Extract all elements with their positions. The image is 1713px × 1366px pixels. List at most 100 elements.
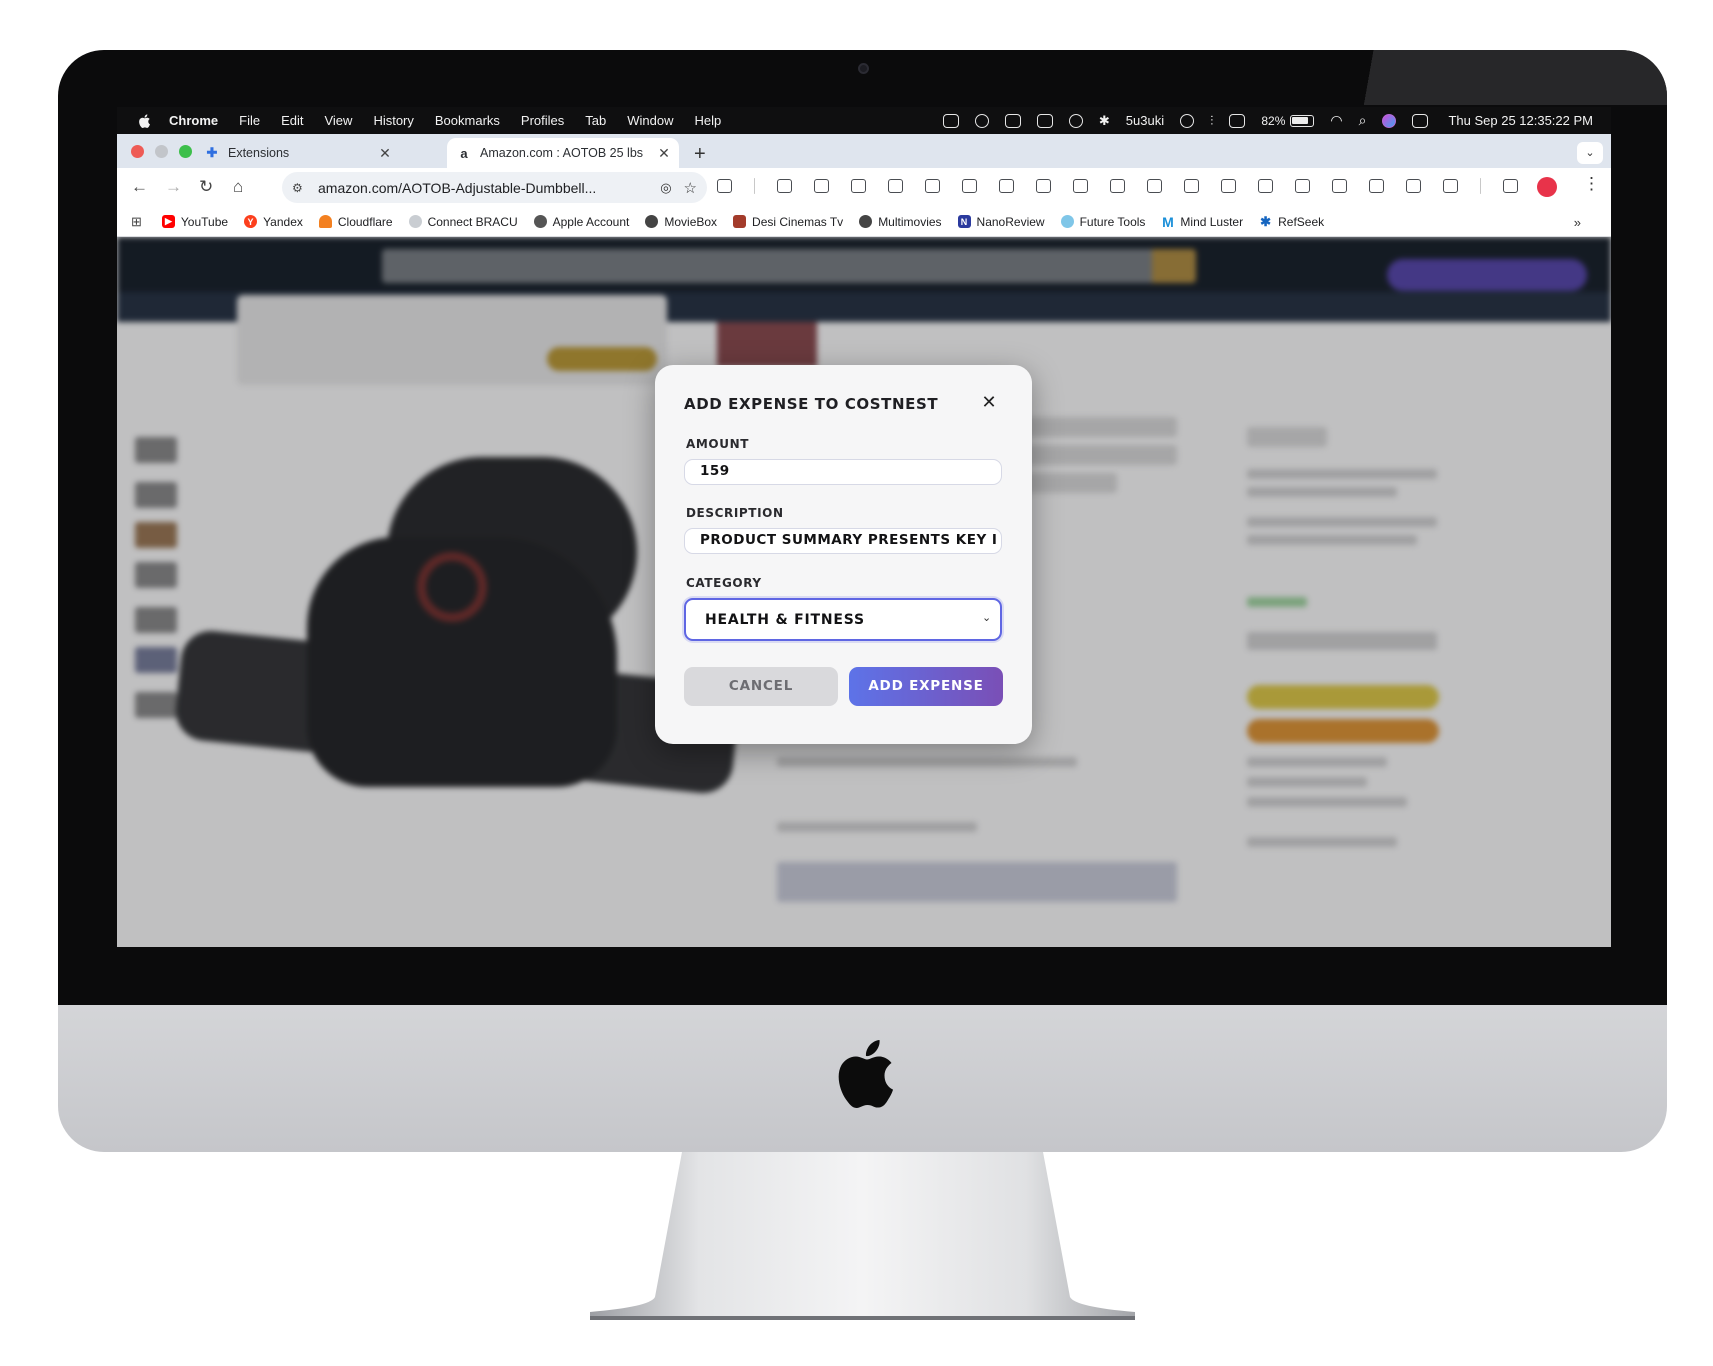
- bookmark-future-tools[interactable]: Future Tools: [1060, 215, 1145, 229]
- favorites-icon[interactable]: [1036, 179, 1051, 193]
- devices-icon[interactable]: [1406, 179, 1421, 193]
- info-icon[interactable]: [1180, 113, 1195, 128]
- bluetooth-icon[interactable]: ✱: [1099, 113, 1110, 129]
- toolbar-divider: [754, 178, 755, 194]
- menu-view[interactable]: View: [324, 113, 352, 128]
- print-icon[interactable]: [851, 179, 866, 193]
- translate-icon[interactable]: [1258, 179, 1273, 193]
- close-window-button[interactable]: [131, 145, 144, 158]
- address-bar[interactable]: ⚙ amazon.com/AOTOB-Adjustable-Dumbbell..…: [282, 172, 707, 203]
- play-icon[interactable]: [974, 113, 989, 128]
- menu-profiles[interactable]: Profiles: [521, 113, 564, 128]
- key-icon[interactable]: [1184, 179, 1199, 193]
- bookmark-star-icon[interactable]: ☆: [684, 179, 697, 197]
- profile-avatar[interactable]: [1537, 177, 1557, 197]
- user-name[interactable]: 5u3uki: [1126, 113, 1164, 128]
- bookmark-label: Multimovies: [878, 214, 942, 229]
- cast-icon[interactable]: [1332, 179, 1347, 193]
- qr-code-icon[interactable]: [1295, 179, 1310, 193]
- battery-status[interactable]: 82%: [1261, 114, 1315, 128]
- eye-off-icon[interactable]: ◎: [660, 180, 671, 196]
- tab-title: Amazon.com : AOTOB 25 lbs: [480, 146, 644, 160]
- reading-list-icon[interactable]: [1073, 179, 1088, 193]
- more-bookmarks-icon[interactable]: »: [1574, 215, 1581, 230]
- minimize-window-button[interactable]: [155, 145, 168, 158]
- back-arrow-icon[interactable]: ←: [131, 177, 148, 197]
- bookmark-desi-cinemas[interactable]: Desi Cinemas Tv: [733, 215, 843, 229]
- amount-input[interactable]: 159: [684, 459, 1002, 485]
- add-expense-modal: Add Expense to CostNest ✕ Amount 159 Des…: [655, 365, 1032, 744]
- category-selected-value: Health & Fitness: [705, 612, 865, 628]
- close-icon[interactable]: ✕: [376, 145, 394, 162]
- reader-mode-icon[interactable]: [1369, 179, 1384, 193]
- windows-icon[interactable]: [1036, 113, 1053, 128]
- tab-amazon[interactable]: a Amazon.com : AOTOB 25 lbs ✕: [447, 138, 679, 168]
- history-icon[interactable]: [925, 179, 940, 193]
- card-icon[interactable]: [1147, 179, 1162, 193]
- nanoreview-icon: N: [957, 215, 971, 228]
- menu-tab[interactable]: Tab: [585, 113, 606, 128]
- trash-icon[interactable]: [888, 179, 903, 193]
- airpods-icon[interactable]: ⫶: [1210, 113, 1213, 129]
- bookmark-connect-bracu[interactable]: Connect BRACU: [408, 215, 518, 229]
- menu-file[interactable]: File: [239, 113, 260, 128]
- spotlight-icon[interactable]: ⌕: [1359, 112, 1367, 129]
- bookmark-yandex[interactable]: Y Yandex: [244, 215, 303, 229]
- menu-bookmarks[interactable]: Bookmarks: [435, 113, 500, 128]
- menu-help[interactable]: Help: [695, 113, 722, 128]
- bookmark-moviebox[interactable]: MovieBox: [645, 215, 717, 229]
- lens-icon[interactable]: [1221, 179, 1236, 193]
- bookmark-refseek[interactable]: ✱ RefSeek: [1259, 214, 1324, 229]
- wifi-icon[interactable]: ◠: [1330, 112, 1342, 129]
- download-icon[interactable]: [999, 179, 1014, 193]
- cancel-button[interactable]: Cancel: [684, 667, 838, 706]
- description-input[interactable]: Product summary presents key i: [684, 528, 1002, 554]
- incognito-icon[interactable]: [962, 179, 977, 193]
- maximize-window-button[interactable]: [179, 145, 192, 158]
- chrome-menu-icon[interactable]: ⋮: [1583, 174, 1600, 194]
- clock[interactable]: Thu Sep 25 12:35:22 PM: [1448, 113, 1593, 128]
- shield-icon[interactable]: [942, 113, 959, 128]
- siri-icon[interactable]: [1382, 113, 1397, 128]
- location-icon[interactable]: [1110, 179, 1125, 193]
- new-tab-button[interactable]: +: [694, 143, 706, 166]
- apple-menu-icon[interactable]: [137, 113, 151, 129]
- close-icon[interactable]: ✕: [981, 393, 997, 413]
- imac-stand: [590, 1152, 1135, 1320]
- url-text[interactable]: amazon.com/AOTOB-Adjustable-Dumbbell...: [318, 180, 660, 196]
- menu-app-name[interactable]: Chrome: [169, 113, 218, 128]
- add-expense-button[interactable]: Add Expense: [849, 667, 1003, 706]
- forward-arrow-icon[interactable]: →: [165, 177, 182, 197]
- extension-icon[interactable]: [717, 179, 732, 193]
- side-panel-icon[interactable]: [1443, 179, 1458, 193]
- close-icon[interactable]: ✕: [655, 145, 673, 162]
- code-icon[interactable]: [777, 179, 792, 193]
- apps-grid-icon[interactable]: ⊞: [131, 214, 142, 230]
- modal-title: Add Expense to CostNest: [684, 395, 939, 413]
- bookmark-nanoreview[interactable]: N NanoReview: [957, 215, 1045, 229]
- bookmark-mind-luster[interactable]: M Mind Luster: [1161, 214, 1243, 230]
- menu-history[interactable]: History: [373, 113, 413, 128]
- tab-extensions[interactable]: ✚ Extensions ✕: [205, 138, 400, 168]
- menu-edit[interactable]: Edit: [281, 113, 303, 128]
- link-icon[interactable]: [814, 179, 829, 193]
- bookmark-cloudflare[interactable]: Cloudflare: [318, 215, 393, 229]
- bookmark-apple-account[interactable]: Apple Account: [533, 215, 629, 229]
- puzzle-icon: ✚: [206, 145, 218, 160]
- globe-icon: [645, 215, 659, 228]
- reload-icon[interactable]: ↻: [199, 177, 213, 197]
- display-icon[interactable]: [1004, 113, 1021, 128]
- bookmark-youtube[interactable]: ▶ YouTube: [161, 215, 228, 229]
- home-icon[interactable]: ⌂: [233, 177, 243, 197]
- tab-search-chevron-icon[interactable]: ⌄: [1577, 142, 1603, 164]
- menu-window[interactable]: Window: [627, 113, 673, 128]
- bezel-gloss: [1307, 50, 1667, 105]
- airdrop-icon[interactable]: [1068, 113, 1083, 128]
- performance-icon[interactable]: [1503, 179, 1518, 193]
- control-center-icon[interactable]: [1412, 113, 1429, 128]
- site-settings-icon[interactable]: ⚙: [292, 181, 308, 195]
- category-select[interactable]: Health & Fitness ⌄: [684, 598, 1002, 641]
- bookmark-multimovies[interactable]: Multimovies: [859, 214, 942, 229]
- battery-icon: [1290, 114, 1315, 127]
- keyboard-icon[interactable]: [1229, 113, 1246, 128]
